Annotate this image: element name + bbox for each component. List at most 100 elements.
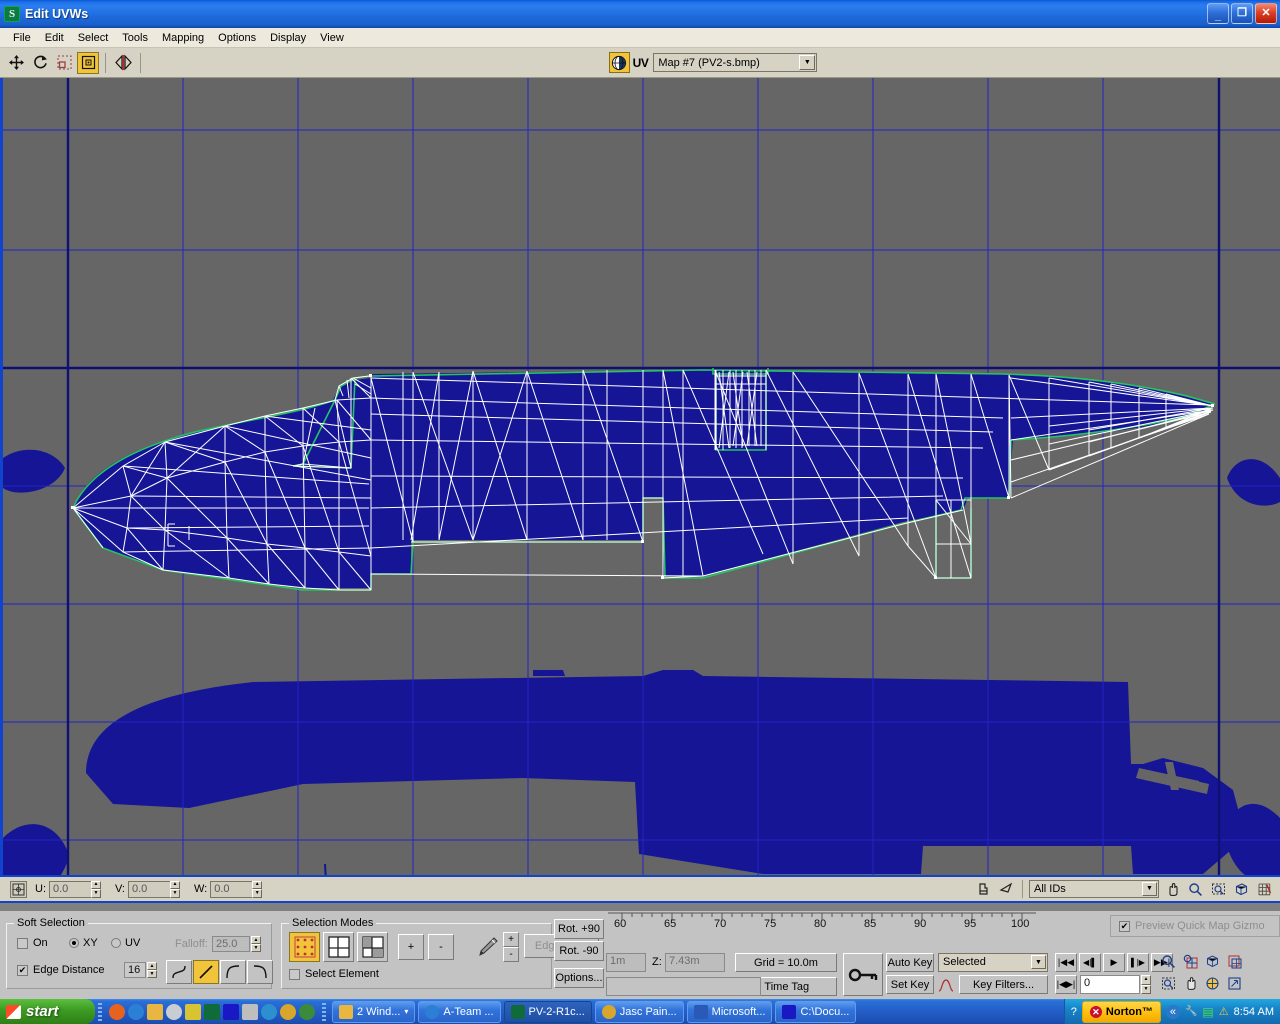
start-button[interactable]: start bbox=[0, 999, 95, 1024]
next-frame-button[interactable]: ▌|▶ bbox=[1127, 953, 1149, 972]
scale-tool-button[interactable] bbox=[53, 52, 75, 74]
menu-view[interactable]: View bbox=[313, 30, 351, 46]
edge-distance-input[interactable]: 16 bbox=[124, 962, 146, 978]
media-player-icon[interactable] bbox=[166, 1003, 182, 1020]
face-sub-object-button[interactable] bbox=[357, 932, 388, 962]
firefox-icon[interactable] bbox=[109, 1003, 125, 1020]
menu-display[interactable]: Display bbox=[263, 30, 313, 46]
pan-icon[interactable] bbox=[1162, 879, 1182, 899]
v-spinner[interactable]: ▲ ▼ bbox=[170, 880, 180, 898]
chevron-down-icon[interactable]: ▼ bbox=[1031, 955, 1046, 969]
gimp-icon[interactable] bbox=[299, 1003, 315, 1020]
edge-sub-object-button[interactable] bbox=[323, 932, 354, 962]
maximize-viewport-icon[interactable] bbox=[1224, 973, 1244, 993]
lock-selection-icon[interactable] bbox=[973, 879, 993, 899]
key-filters-button[interactable]: Key Filters... bbox=[959, 975, 1048, 994]
zoom-extents-all-icon[interactable] bbox=[1224, 951, 1244, 971]
u-coordinate-field[interactable]: U: 0.0 ▲ ▼ bbox=[35, 880, 101, 898]
taskbar-grip[interactable] bbox=[322, 1002, 326, 1021]
uv-editor-viewport[interactable] bbox=[0, 78, 1280, 875]
previous-frame-button[interactable]: ◀|▌ bbox=[1079, 953, 1101, 972]
preview-quick-map-gizmo-checkbox[interactable]: ✔ Preview Quick Map Gizmo bbox=[1110, 915, 1280, 937]
current-frame-spinner[interactable]: ▲ ▼ bbox=[1141, 975, 1151, 994]
soft-selection-on-checkbox[interactable]: On bbox=[17, 937, 48, 949]
minimize-button[interactable]: _ bbox=[1207, 3, 1229, 24]
play-animation-button[interactable]: ▶ bbox=[1103, 953, 1125, 972]
key-filter-selection-combo[interactable]: Selected ▼ bbox=[938, 953, 1048, 972]
paint-size-stepper[interactable]: + - bbox=[503, 932, 519, 962]
soft-selection-xy-radio[interactable]: XY bbox=[69, 937, 98, 949]
v-input[interactable]: 0.0 bbox=[128, 880, 170, 898]
task-documents[interactable]: C:\Docu... bbox=[775, 1000, 857, 1023]
folder-icon[interactable] bbox=[147, 1003, 163, 1020]
u-spinner[interactable]: ▲ ▼ bbox=[91, 880, 101, 898]
internet-explorer-icon[interactable] bbox=[128, 1003, 144, 1020]
snap-toggle-icon[interactable] bbox=[1254, 879, 1274, 899]
key-curve-icon[interactable] bbox=[937, 975, 955, 994]
go-to-start-button[interactable]: |◀◀ bbox=[1055, 953, 1077, 972]
w-coordinate-field[interactable]: W: 0.0 ▲ ▼ bbox=[194, 880, 263, 898]
options-button[interactable]: Options... bbox=[554, 968, 604, 988]
max-icon[interactable] bbox=[204, 1003, 220, 1020]
soft-selection-uv-radio[interactable]: UV bbox=[111, 937, 140, 949]
menu-tools[interactable]: Tools bbox=[115, 30, 155, 46]
current-frame-input[interactable]: 0 bbox=[1080, 975, 1140, 994]
map-selector-combo[interactable]: Map #7 (PV2-s.bmp) ▼ bbox=[653, 53, 818, 72]
move-tool-button[interactable] bbox=[5, 52, 27, 74]
falloff-curve-linear-button[interactable] bbox=[193, 960, 219, 984]
map-channel-button[interactable] bbox=[608, 52, 630, 73]
v-coordinate-field[interactable]: V: 0.0 ▲ ▼ bbox=[115, 880, 180, 898]
current-frame-nav-button[interactable]: |◀▶| bbox=[1055, 975, 1077, 994]
pivot-icon[interactable] bbox=[10, 880, 27, 898]
rotate-tool-button[interactable] bbox=[29, 52, 51, 74]
paint-size-increase[interactable]: + bbox=[503, 932, 519, 947]
falloff-spinner[interactable]: ▲ ▼ bbox=[251, 936, 261, 952]
falloff-curve-smooth-button[interactable] bbox=[166, 960, 192, 984]
paintshop-icon[interactable] bbox=[280, 1003, 296, 1020]
grow-selection-button[interactable]: + bbox=[398, 934, 424, 960]
menu-options[interactable]: Options bbox=[211, 30, 263, 46]
edge-distance-spinner[interactable]: ▲ ▼ bbox=[147, 962, 157, 978]
falloff-curve-fast-button[interactable] bbox=[220, 960, 246, 984]
window-titlebar[interactable]: S Edit UVWs _ ❐ ✕ bbox=[0, 0, 1280, 28]
x-coordinate-readout[interactable]: 1m bbox=[606, 953, 646, 972]
rotate-minus-90-button[interactable]: Rot. -90 bbox=[554, 941, 604, 961]
close-button[interactable]: ✕ bbox=[1255, 3, 1277, 24]
shrink-selection-button[interactable]: - bbox=[428, 934, 454, 960]
select-element-checkbox[interactable]: Select Element bbox=[289, 968, 379, 980]
edge-distance-checkbox[interactable]: ✔ Edge Distance bbox=[17, 964, 105, 976]
norton-tray-button[interactable]: ✕ Norton™ bbox=[1081, 1000, 1161, 1023]
help-icon[interactable]: ? bbox=[1071, 1006, 1077, 1018]
chevron-down-icon[interactable]: ▼ bbox=[1142, 882, 1157, 896]
u-input[interactable]: 0.0 bbox=[49, 880, 91, 898]
zoom-icon[interactable] bbox=[1158, 951, 1178, 971]
time-slider-ruler[interactable]: 60 65 70 75 80 85 90 95 100 bbox=[608, 911, 1036, 937]
auto-key-button[interactable]: Auto Key bbox=[886, 953, 934, 972]
zoom-icon[interactable] bbox=[1185, 879, 1205, 899]
set-key-button[interactable]: Set Key bbox=[886, 975, 934, 994]
w-spinner[interactable]: ▲ ▼ bbox=[252, 880, 263, 898]
winamp-icon[interactable] bbox=[242, 1003, 258, 1020]
w-input[interactable]: 0.0 bbox=[210, 880, 253, 898]
chevron-down-icon[interactable]: ▼ bbox=[799, 55, 816, 70]
menu-file[interactable]: File bbox=[6, 30, 38, 46]
pan-view-icon[interactable] bbox=[1180, 973, 1200, 993]
task-windows-group[interactable]: 2 Wind... ▾ bbox=[332, 1000, 416, 1023]
menu-mapping[interactable]: Mapping bbox=[155, 30, 211, 46]
falloff-input[interactable]: 25.0 bbox=[212, 936, 250, 952]
warning-icon[interactable]: ⚠ bbox=[1219, 1005, 1229, 1018]
task-jasc-paint[interactable]: Jasc Pain... bbox=[594, 1000, 684, 1023]
vertex-sub-object-button[interactable] bbox=[289, 932, 320, 962]
taskbar-clock[interactable]: 8:54 AM bbox=[1234, 1006, 1274, 1018]
zoom-all-icon[interactable] bbox=[1180, 951, 1200, 971]
filter-selected-faces-icon[interactable] bbox=[996, 879, 1016, 899]
material-id-combo[interactable]: All IDs ▼ bbox=[1029, 880, 1159, 898]
paint-size-decrease[interactable]: - bbox=[503, 947, 519, 962]
z-coordinate-readout[interactable]: 7.43m bbox=[665, 953, 725, 972]
rotate-plus-90-button[interactable]: Rot. +90 bbox=[554, 919, 604, 939]
task-a-team[interactable]: A-Team ... bbox=[418, 1000, 501, 1023]
opera-icon[interactable] bbox=[261, 1003, 277, 1020]
zoom-extents-icon[interactable] bbox=[1202, 951, 1222, 971]
zoom-extents-icon[interactable] bbox=[1231, 879, 1251, 899]
system-monitor-icon[interactable]: ▤ bbox=[1202, 1005, 1213, 1019]
